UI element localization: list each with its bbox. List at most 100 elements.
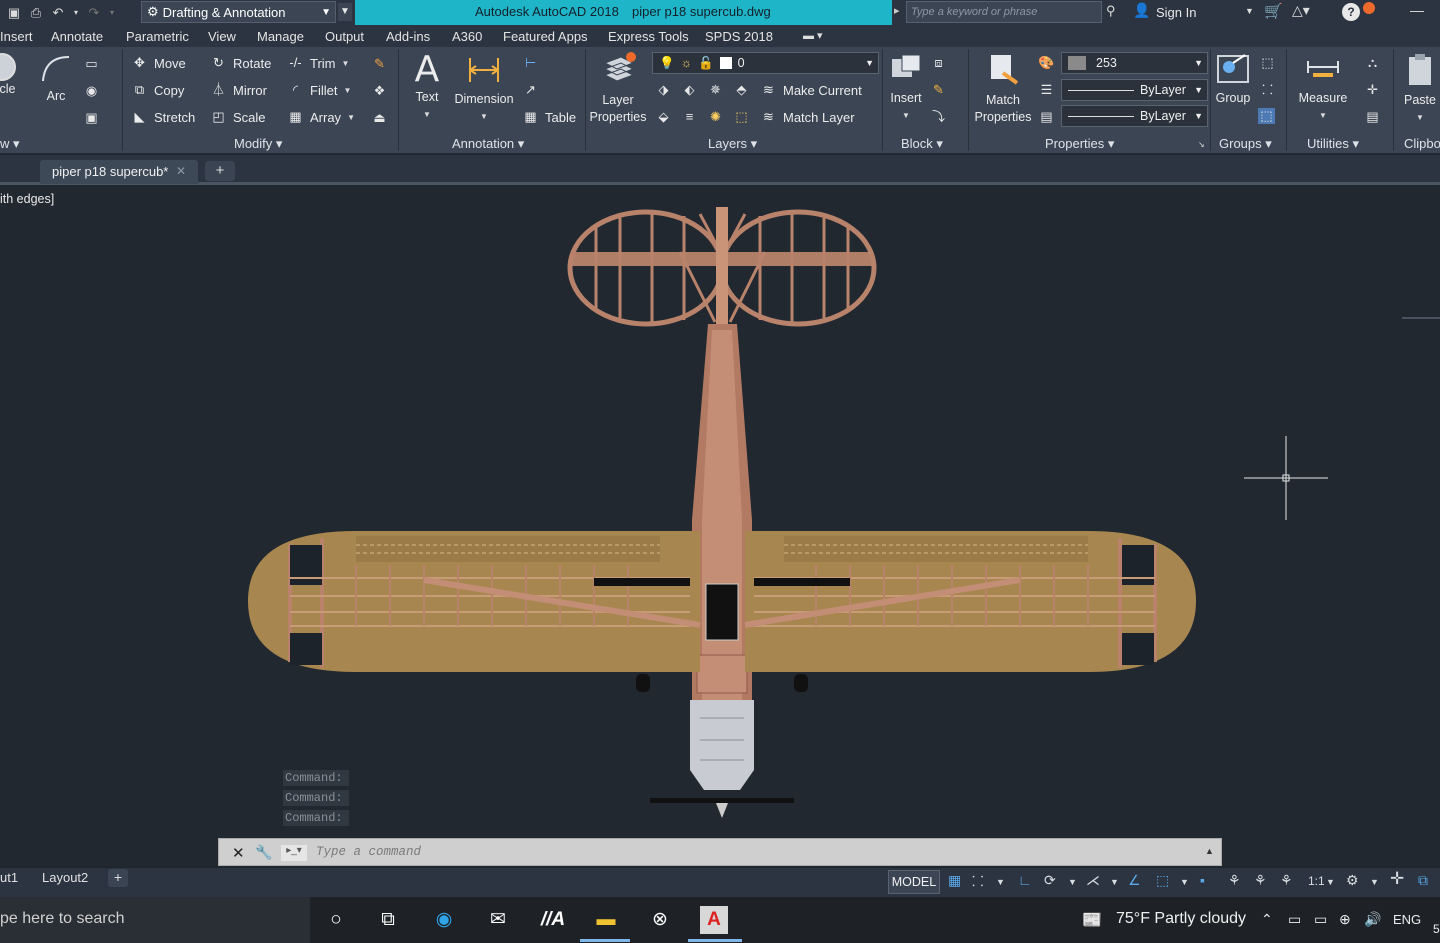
circle-button[interactable]: ircle: [0, 53, 24, 98]
fillet-button[interactable]: ◜ Fillet ▼: [287, 82, 351, 98]
id-point-icon[interactable]: ✛: [1364, 82, 1381, 98]
copy-button[interactable]: ⧉ Copy: [131, 82, 185, 98]
redo-icon[interactable]: ↷: [86, 5, 102, 20]
file-explorer-icon[interactable]: ▬: [590, 905, 622, 935]
print-icon[interactable]: ⎙: [28, 5, 44, 20]
make-current-button[interactable]: ≋ Make Current: [760, 82, 862, 98]
tab-featured-apps[interactable]: Featured Apps: [503, 29, 588, 44]
erase-icon[interactable]: ✎: [371, 56, 388, 72]
auto-scale-icon[interactable]: ⚘: [1254, 872, 1267, 889]
lineweight-icon[interactable]: ▤: [1038, 109, 1055, 125]
network-icon[interactable]: ⊕: [1339, 911, 1351, 928]
chevron-down-icon[interactable]: ▼: [1110, 877, 1119, 887]
explode-icon[interactable]: ❖: [371, 83, 388, 99]
ortho-icon[interactable]: ∟: [1018, 872, 1032, 888]
measure-button[interactable]: Measure ▼: [1294, 51, 1352, 124]
search-expand-icon[interactable]: ▸: [894, 4, 900, 17]
ribbon-minimize-toggle-icon[interactable]: ▬ ▾: [803, 29, 823, 42]
workspace-dropdown[interactable]: ⚙ Drafting & Annotation ▼: [141, 1, 336, 23]
redo-dropdown-icon[interactable]: ▾: [108, 6, 116, 20]
chevron-down-icon[interactable]: ▼: [1180, 877, 1189, 887]
cortana-icon[interactable]: ○: [320, 905, 352, 935]
block-attribute-icon[interactable]: ⤵: [930, 109, 947, 125]
arc-button[interactable]: Arc: [38, 53, 74, 105]
array-button[interactable]: ▦ Array ▼: [287, 109, 355, 125]
language-indicator[interactable]: ENG: [1393, 912, 1421, 927]
model-space-button[interactable]: MODEL: [888, 870, 940, 894]
chevron-up-icon[interactable]: ▲: [1205, 846, 1214, 856]
create-block-icon[interactable]: ⧈: [930, 55, 947, 71]
layers-panel-title[interactable]: Layers ▾: [708, 136, 757, 152]
annotation-visibility-icon[interactable]: ⚘: [1228, 872, 1241, 889]
lineweight-display-icon[interactable]: ▪: [1200, 872, 1205, 888]
paste-button[interactable]: Paste ▼: [1400, 51, 1440, 126]
chevron-down-icon[interactable]: ▼: [1326, 877, 1335, 887]
match-layer-button[interactable]: ≋ Match Layer: [760, 109, 855, 125]
group-button[interactable]: Group: [1212, 51, 1254, 107]
group-edit-icon[interactable]: ⸬: [1259, 82, 1276, 98]
new-tab-button[interactable]: +: [205, 161, 235, 181]
tab-a360[interactable]: A360: [452, 29, 482, 44]
tab-manage[interactable]: Manage: [257, 29, 304, 44]
drawing-canvas[interactable]: [0, 188, 1440, 867]
color-dropdown[interactable]: 253 ▼: [1061, 52, 1208, 74]
layer-lock-icon[interactable]: ⬘: [733, 82, 750, 98]
undo-icon[interactable]: ↶: [50, 5, 66, 20]
plus-icon[interactable]: ✛: [1390, 869, 1404, 889]
match-properties-button[interactable]: Match Properties: [970, 51, 1036, 126]
annotation-scale-value[interactable]: 1:1: [1308, 874, 1325, 888]
layer-freeze-icon[interactable]: ✵: [707, 82, 724, 98]
weather-widget[interactable]: 75°F Partly cloudy: [1116, 910, 1246, 928]
volume-icon[interactable]: 🔊: [1364, 911, 1381, 928]
layer-off-icon[interactable]: ⬗: [655, 82, 672, 98]
undo-dropdown-icon[interactable]: ▾: [72, 6, 80, 20]
object-snap-icon[interactable]: ⬚: [1156, 872, 1169, 889]
draw-panel-title[interactable]: w ▾: [0, 136, 20, 152]
layer-properties-button[interactable]: Layer Properties: [587, 51, 649, 126]
offset-icon[interactable]: ⏏: [371, 110, 388, 126]
calculator-icon[interactable]: ▤: [1364, 109, 1381, 125]
sign-in-button[interactable]: Sign In: [1156, 5, 1196, 20]
block-panel-title[interactable]: Block ▾: [901, 136, 943, 152]
mail-icon[interactable]: ✉: [482, 905, 514, 935]
grid-icon[interactable]: ▦: [948, 872, 961, 889]
isodraft-icon[interactable]: ⋌: [1086, 872, 1100, 889]
annotation-scale-icon[interactable]: ⚘: [1280, 872, 1293, 889]
table-button[interactable]: ▦ Table: [522, 109, 576, 125]
properties-panel-title[interactable]: Properties ▾: [1045, 136, 1114, 152]
minimize-button[interactable]: —: [1410, 2, 1424, 18]
layer-unisolate-icon[interactable]: ≡: [681, 109, 698, 125]
add-layout-button[interactable]: +: [108, 869, 128, 887]
file-tab-active[interactable]: piper p18 supercub*: [40, 160, 198, 184]
meet-now-icon[interactable]: ▭: [1288, 911, 1301, 928]
cart-icon[interactable]: 🛒: [1264, 2, 1283, 20]
color-wheel-icon[interactable]: 🎨: [1038, 55, 1055, 71]
a360-icon[interactable]: △▾: [1292, 2, 1310, 19]
help-search-input[interactable]: Type a keyword or phrase: [906, 1, 1102, 23]
layer-walk-icon[interactable]: ⬙: [655, 109, 672, 125]
close-icon[interactable]: ✕: [176, 164, 186, 178]
clock[interactable]: 5: [1433, 922, 1440, 936]
boundary-icon[interactable]: ▣: [83, 110, 100, 126]
recent-commands-icon[interactable]: ▸_▾: [281, 845, 307, 861]
news-icon[interactable]: 📰: [1082, 910, 1102, 930]
quick-select-icon[interactable]: ⛬: [1364, 55, 1381, 71]
customize-qat-button[interactable]: ▼: [338, 3, 352, 21]
stretch-button[interactable]: ◣ Stretch: [131, 109, 196, 125]
tab-insert[interactable]: Insert: [0, 29, 33, 44]
edit-block-icon[interactable]: ✎: [930, 82, 947, 98]
rotate-button[interactable]: ↻ Rotate: [210, 55, 271, 71]
tab-express-tools[interactable]: Express Tools: [608, 29, 689, 44]
viewport-controls[interactable]: ith edges]: [0, 192, 54, 206]
utilities-panel-title[interactable]: Utilities ▾: [1307, 136, 1359, 152]
layout-tab-1[interactable]: ut1: [0, 870, 18, 885]
layer-unlock-icon[interactable]: ⬚: [733, 109, 750, 125]
scale-button[interactable]: ◰ Scale: [210, 109, 265, 125]
battery-icon[interactable]: ▭: [1314, 911, 1327, 928]
panel-launcher-icon[interactable]: ↘: [1198, 140, 1205, 149]
edge-icon[interactable]: ◉: [428, 905, 460, 935]
xbox-icon[interactable]: ⊗: [644, 905, 676, 935]
clipboard-panel-title[interactable]: Clipbo: [1404, 136, 1440, 151]
binoculars-icon[interactable]: ⚲: [1106, 3, 1116, 19]
trim-button[interactable]: -/- Trim ▼: [287, 55, 349, 71]
